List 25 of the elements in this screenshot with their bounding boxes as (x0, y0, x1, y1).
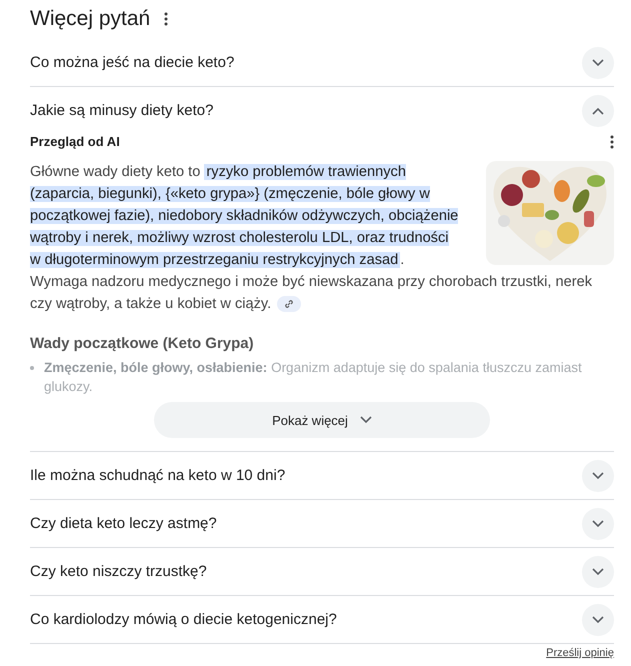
bullet-dot (30, 366, 34, 370)
question-row[interactable]: Czy dieta keto leczy astmę? (30, 500, 614, 547)
bullet-item: Zmęczenie, bóle głowy, osłabienie: Organizm adaptuje się do spalania tłuszczu zamiast glukozy. (44, 359, 583, 396)
chevron-up-icon (592, 106, 604, 114)
chevron-down-icon (592, 58, 604, 66)
section-title: Więcej pytań (30, 7, 150, 31)
link-icon (284, 299, 294, 310)
question-row[interactable]: Co można jeść na diecie keto? (30, 39, 614, 86)
more-options-icon[interactable] (610, 134, 614, 148)
question-row[interactable]: Ile można schudnąć na keto w 10 dni? (30, 452, 614, 499)
answer-paragraph: Główne wady diety keto to ryzyko problemów trawiennych (zaparcia, biegunki), {«keto grypa»} (zmęczenie, bóle głowy w początkowej fazie), niedobory składników odżywczych, obciążenie wątroby i nerek, możliwy wzrost cholesterolu LDL, oraz trudności w długoterminowym przestrzeganiu restrykcyjnych zasad. Wymaga nadzoru medycznego i może być niewskazana przy chorobach trzustki, nerek czy wątroby, a także u kobiet w ciąży. (30, 163, 593, 314)
ai-overview-label: Przegląd od AI (30, 134, 120, 149)
feedback-link[interactable]: Prześlij opinię (546, 647, 614, 659)
section-heading: Wady początkowe (Keto Grypa) (30, 335, 255, 352)
chevron-down-icon (592, 472, 604, 480)
chevron-down-icon (592, 568, 604, 576)
chevron-down-icon (592, 520, 604, 528)
link-chip[interactable] (277, 296, 302, 312)
chevron-down-icon (592, 616, 604, 624)
question-row[interactable]: Co kardiolodzy mówią o diecie ketogenicznej? (30, 596, 614, 643)
chevron-down-icon (360, 416, 372, 424)
more-options-icon[interactable] (164, 12, 168, 26)
question-row[interactable]: Jakie są minusy diety keto? (30, 87, 614, 134)
show-more-button[interactable]: Pokaż więcej (154, 402, 490, 438)
question-row[interactable]: Czy keto niszczy trzustkę? (30, 548, 614, 595)
